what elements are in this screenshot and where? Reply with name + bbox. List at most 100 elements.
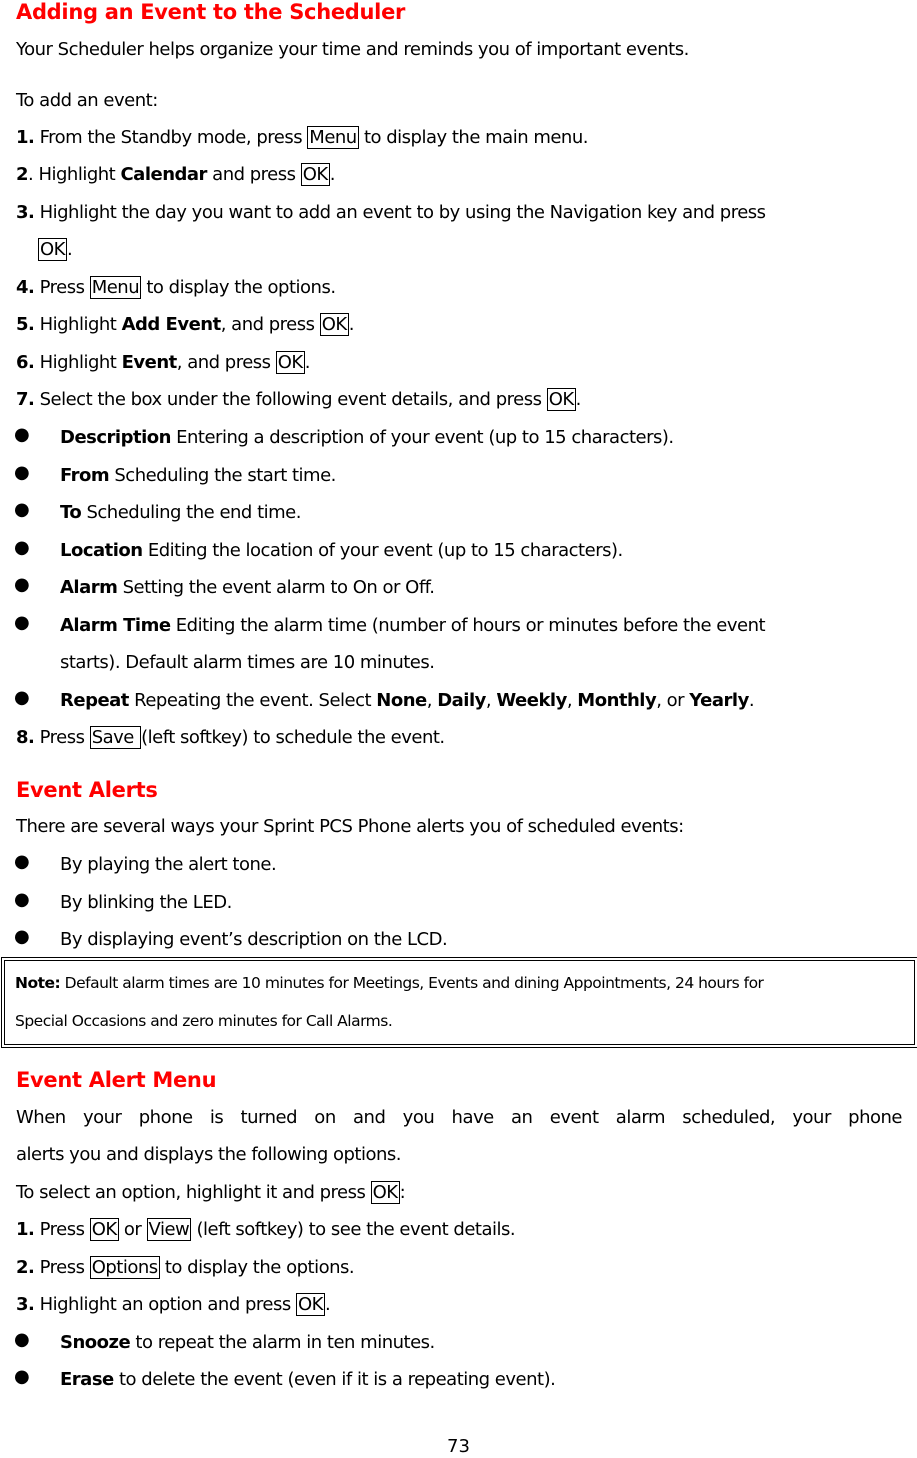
bullet-icon: ● — [14, 499, 30, 520]
options-key: Options — [89, 1256, 160, 1279]
repeat-option: Monthly — [577, 690, 657, 711]
step-6: 6. Highlight Event, and press OK. — [16, 351, 311, 375]
bullet-icon: ● — [14, 574, 30, 595]
step-text: Highlight an option and press — [34, 1294, 296, 1315]
bullet-icon: ● — [14, 1329, 30, 1350]
detail-term: From — [60, 465, 110, 486]
alert-menu-intro-1: When your phone is turned on and you hav… — [16, 1107, 903, 1128]
step-text: (left softkey) to schedule the event. — [141, 727, 445, 748]
bullet-icon: ● — [14, 424, 30, 445]
step-text: . — [324, 1294, 331, 1315]
detail-text: Editing the location of your event (up t… — [142, 540, 623, 561]
ok-key: OK — [89, 1218, 119, 1241]
menu-key: Menu — [307, 126, 359, 149]
bullet-icon: ● — [14, 537, 30, 558]
step-number: 6. — [16, 352, 35, 373]
detail-text: Entering a description of your event (up… — [170, 427, 674, 448]
detail-alarm-time: Alarm Time Editing the alarm time (numbe… — [60, 614, 766, 638]
step-number: 1. — [16, 1219, 35, 1240]
step-text: Highlight the day you want to add an eve… — [34, 202, 766, 223]
detail-text: Setting the event alarm to On or Off. — [117, 577, 435, 598]
select-instruction: To select an option, highlight it and pr… — [16, 1181, 406, 1205]
separator: , or — [656, 690, 690, 711]
instruction-text: : — [399, 1182, 406, 1203]
step-5: 5. Highlight Add Event, and press OK. — [16, 313, 354, 337]
bullet-icon: ● — [14, 851, 30, 872]
bullet-icon: ● — [14, 1366, 30, 1387]
step-text: (left softkey) to see the event details. — [191, 1219, 516, 1240]
ok-key: OK — [370, 1181, 400, 1204]
note-box: Note: Default alarm times are 10 minutes… — [1, 957, 917, 1048]
repeat-option: Weekly — [496, 690, 567, 711]
step-text: Press — [34, 277, 90, 298]
detail-text: Scheduling the start time. — [109, 465, 336, 486]
alert-menu-intro-2: alerts you and displays the following op… — [16, 1144, 401, 1165]
step-text: Select the box under the following event… — [34, 389, 547, 410]
step-text: . — [66, 239, 73, 260]
lead-text: To add an event: — [16, 90, 158, 111]
step-number: 2 — [16, 164, 29, 185]
option-erase: Erase to delete the event (even if it is… — [60, 1368, 556, 1392]
ok-key: OK — [295, 1293, 325, 1316]
step-text: From the Standby mode, press — [34, 127, 308, 148]
step-number: 5. — [16, 314, 35, 335]
step-text: to display the main menu. — [358, 127, 589, 148]
step-text: and press — [206, 164, 301, 185]
ok-key: OK — [319, 313, 349, 336]
step-text: to display the options. — [141, 277, 336, 298]
bullet-icon: ● — [14, 687, 30, 708]
ok-key: OK — [275, 351, 305, 374]
step-number: 2. — [16, 1257, 35, 1278]
step-3: 3. Highlight the day you want to add an … — [16, 201, 766, 225]
bullet-icon: ● — [14, 926, 30, 947]
option-term: Snooze — [60, 1332, 131, 1353]
detail-from: From Scheduling the start time. — [60, 464, 336, 488]
page-number: 73 — [447, 1436, 470, 1457]
detail-to: To Scheduling the end time. — [60, 501, 301, 525]
alert-step-2: 2. Press Options to display the options. — [16, 1256, 355, 1280]
repeat-option: Yearly — [689, 690, 749, 711]
detail-term: Location — [60, 540, 143, 561]
step-text: . — [304, 352, 311, 373]
detail-location: Location Editing the location of your ev… — [60, 539, 623, 563]
detail-alarm-time-continued: starts). Default alarm times are 10 minu… — [60, 652, 435, 673]
bullet-icon: ● — [14, 612, 30, 633]
detail-text: Editing the alarm time (number of hours … — [170, 615, 766, 636]
alert-method: By blinking the LED. — [60, 892, 232, 913]
detail-term: Description — [60, 427, 171, 448]
bullet-icon: ● — [14, 462, 30, 483]
step-text: or — [118, 1219, 147, 1240]
step-text: Press — [34, 1219, 90, 1240]
intro-text: Your Scheduler helps organize your time … — [16, 39, 689, 60]
section-title-event-alert-menu: Event Alert Menu — [16, 1068, 217, 1092]
separator: , — [566, 690, 578, 711]
option-term: Erase — [60, 1369, 114, 1390]
repeat-option: Daily — [437, 690, 486, 711]
step-text: Highlight — [34, 352, 122, 373]
step-number: 7. — [16, 389, 35, 410]
note-text: Default alarm times are 10 minutes for M… — [60, 974, 764, 992]
step-text: Press — [34, 1257, 90, 1278]
note-line-1: Note: Default alarm times are 10 minutes… — [15, 973, 764, 993]
step-text: . — [348, 314, 355, 335]
detail-alarm: Alarm Setting the event alarm to On or O… — [60, 576, 435, 600]
detail-term: To — [60, 502, 82, 523]
step-2: 2. Highlight Calendar and press OK. — [16, 163, 335, 187]
option-text: to repeat the alarm in ten minutes. — [130, 1332, 435, 1353]
save-key: Save — [89, 726, 142, 749]
menu-term: Event — [121, 352, 178, 373]
step-7: 7. Select the box under the following ev… — [16, 388, 581, 412]
step-text: , and press — [220, 314, 320, 335]
view-key: View — [146, 1218, 192, 1241]
detail-term: Repeat — [60, 690, 129, 711]
ok-key: OK — [546, 388, 576, 411]
instruction-text: To select an option, highlight it and pr… — [16, 1182, 371, 1203]
detail-term: Alarm Time — [60, 615, 171, 636]
menu-term: Add Event — [121, 314, 222, 335]
menu-key: Menu — [89, 276, 142, 299]
ok-key: OK — [300, 163, 330, 186]
step-number: 8. — [16, 727, 35, 748]
note-label: Note: — [15, 974, 61, 992]
event-alerts-intro: There are several ways your Sprint PCS P… — [16, 816, 684, 837]
section-title-adding-event: Adding an Event to the Scheduler — [16, 0, 406, 24]
